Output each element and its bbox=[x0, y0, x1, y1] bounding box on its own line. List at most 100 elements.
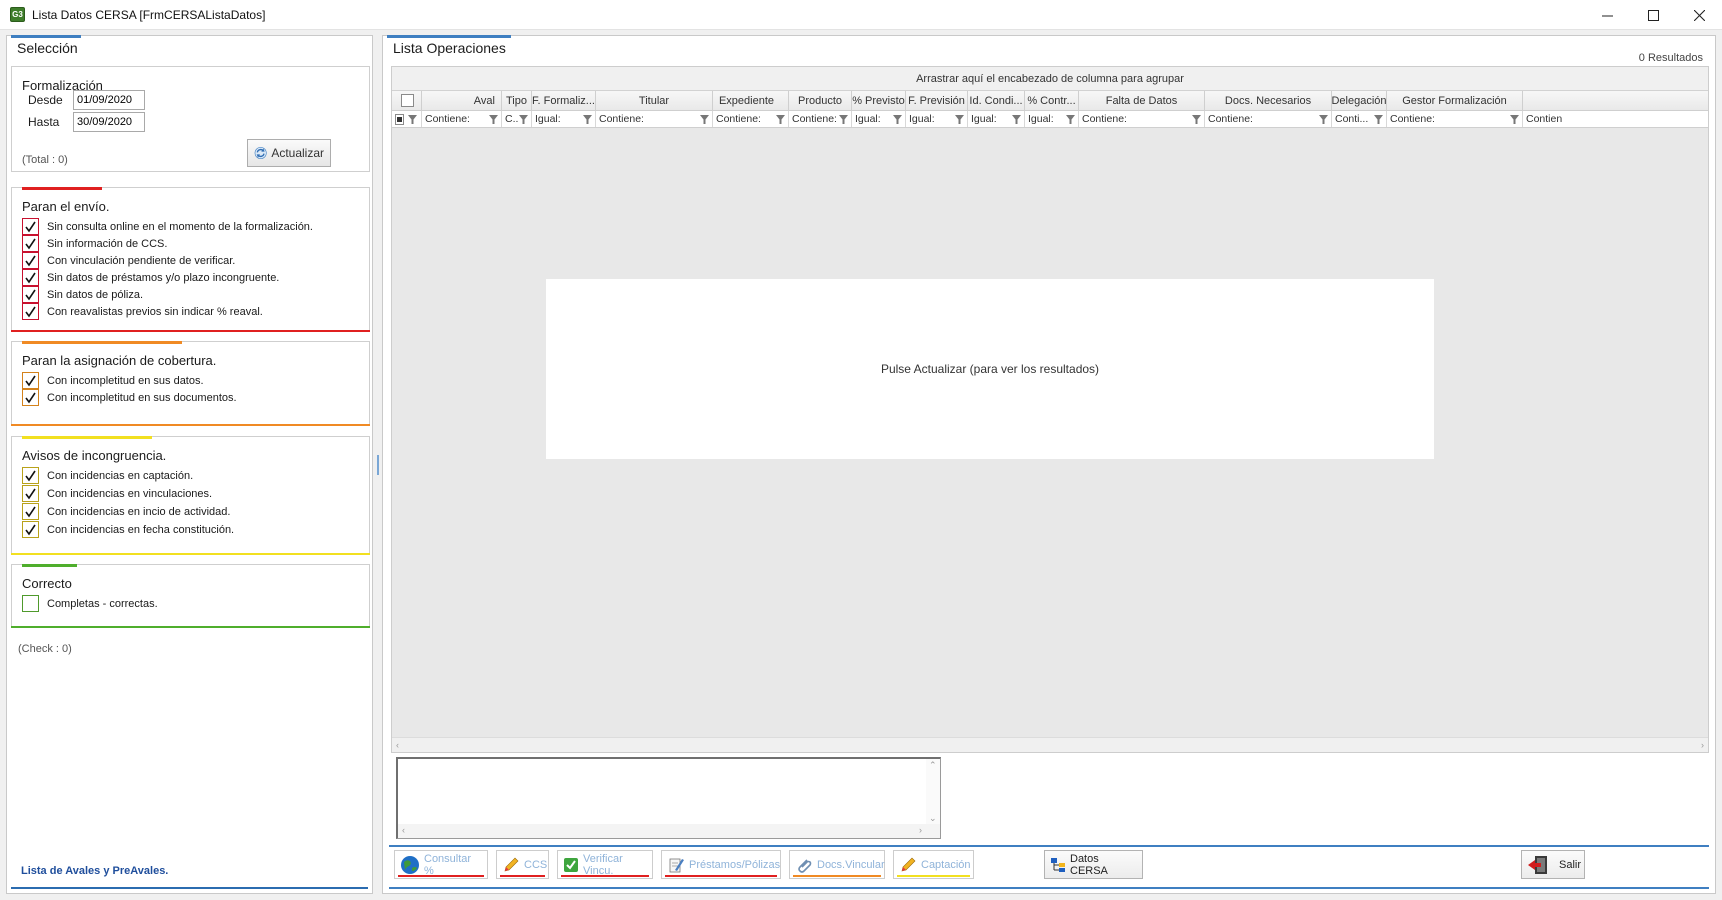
filter-falta-datos[interactable]: Contiene: bbox=[1079, 111, 1205, 127]
datos-cersa-button[interactable]: Datos CERSA bbox=[1044, 850, 1143, 879]
checkbox-row[interactable]: Con incidencias en incio de actividad. bbox=[22, 502, 230, 521]
column-header-aval[interactable]: Aval bbox=[422, 91, 502, 110]
actualizar-button[interactable]: Actualizar bbox=[247, 139, 331, 167]
select-all-checkbox[interactable] bbox=[401, 94, 414, 107]
checkbox[interactable] bbox=[22, 235, 39, 252]
verificar-label: Verificar Vincu. bbox=[583, 852, 623, 877]
filter-value: Contiene: bbox=[792, 113, 837, 125]
salir-button[interactable]: Salir bbox=[1521, 850, 1585, 879]
column-header-previsto[interactable]: % Previsto bbox=[852, 91, 906, 110]
scroll-left-icon[interactable]: ‹ bbox=[402, 825, 405, 835]
minimize-button[interactable] bbox=[1584, 0, 1630, 30]
group-bottom-red bbox=[11, 330, 370, 332]
checkbox[interactable] bbox=[22, 269, 39, 286]
lista-avales-link[interactable]: Lista de Avales y PreAvales. bbox=[21, 865, 168, 877]
checkbox[interactable] bbox=[22, 595, 39, 612]
filter-extra[interactable]: Contien bbox=[1523, 111, 1563, 127]
checkbox[interactable] bbox=[22, 286, 39, 303]
operations-grid[interactable]: Arrastrar aquí el encabezado de columna … bbox=[391, 66, 1709, 753]
notes-textarea[interactable]: ⌃ ⌄ ‹ › bbox=[396, 757, 941, 839]
panel-splitter[interactable] bbox=[377, 455, 379, 475]
notes-vertical-scrollbar[interactable]: ⌃ ⌄ bbox=[926, 759, 940, 825]
filter-gestor[interactable]: Contiene: bbox=[1387, 111, 1523, 127]
filter-funnel-icon bbox=[489, 114, 498, 124]
scroll-down-icon[interactable]: ⌄ bbox=[929, 813, 937, 824]
hasta-date-input[interactable] bbox=[73, 112, 145, 132]
filter-f-prevision[interactable]: Igual: bbox=[906, 111, 968, 127]
minimize-icon bbox=[1601, 15, 1613, 16]
app-icon: G3 bbox=[10, 7, 25, 22]
pencil-icon bbox=[901, 857, 916, 871]
filter-tipo[interactable]: C... bbox=[502, 111, 532, 127]
close-button[interactable] bbox=[1676, 0, 1722, 30]
column-header-docs-necesarios[interactable]: Docs. Necesarios bbox=[1205, 91, 1332, 110]
column-header-expediente[interactable]: Expediente bbox=[713, 91, 789, 110]
checkbox-row[interactable]: Completas - correctas. bbox=[22, 594, 158, 613]
select-all-header[interactable] bbox=[392, 91, 422, 110]
filter-delegacion[interactable]: Conti... bbox=[1332, 111, 1387, 127]
grid-header-row: Aval Tipo F. Formaliz... Titular Expedie… bbox=[392, 91, 1708, 111]
avisos-title: Avisos de incongruencia. bbox=[22, 448, 167, 463]
filter-contr[interactable]: Igual: bbox=[1025, 111, 1079, 127]
check-icon bbox=[25, 506, 36, 518]
column-header-tipo[interactable]: Tipo bbox=[502, 91, 532, 110]
column-header-delegacion[interactable]: Delegación bbox=[1332, 91, 1387, 110]
button-underline-red bbox=[500, 875, 545, 877]
column-header-gestor[interactable]: Gestor Formalización bbox=[1387, 91, 1523, 110]
checkbox[interactable] bbox=[22, 252, 39, 269]
checkbox[interactable] bbox=[22, 372, 39, 389]
column-header-producto[interactable]: Producto bbox=[789, 91, 852, 110]
column-header-contr[interactable]: % Contr... bbox=[1025, 91, 1079, 110]
filter-producto[interactable]: Contiene: bbox=[789, 111, 852, 127]
column-header-f-prevision[interactable]: F. Previsión bbox=[906, 91, 968, 110]
checkbox-row[interactable]: Con incidencias en vinculaciones. bbox=[22, 484, 212, 503]
filter-expediente[interactable]: Contiene: bbox=[713, 111, 789, 127]
checkbox[interactable] bbox=[22, 218, 39, 235]
button-underline-red bbox=[561, 875, 649, 877]
column-header-extra[interactable] bbox=[1523, 91, 1563, 110]
checkbox-row[interactable]: Con incompletitud en sus documentos. bbox=[22, 388, 237, 407]
checkbox[interactable] bbox=[22, 521, 39, 538]
operations-panel: Lista Operaciones 0 Resultados Arrastrar… bbox=[382, 35, 1716, 894]
consultar-button[interactable]: Consultar % bbox=[394, 850, 488, 879]
checkbox[interactable] bbox=[22, 485, 39, 502]
maximize-button[interactable] bbox=[1630, 0, 1676, 30]
scroll-up-icon[interactable]: ⌃ bbox=[929, 760, 937, 771]
checkbox-row[interactable]: Con incidencias en fecha constitución. bbox=[22, 520, 234, 539]
filter-titular[interactable]: Contiene: bbox=[596, 111, 713, 127]
filter-funnel-icon bbox=[839, 114, 848, 124]
scroll-left-icon[interactable]: ‹ bbox=[396, 740, 399, 750]
docs-vincular-button[interactable]: Docs.Vincular bbox=[789, 850, 885, 879]
column-header-titular[interactable]: Titular bbox=[596, 91, 713, 110]
captacion-button[interactable]: Captación bbox=[893, 850, 974, 879]
checkbox[interactable] bbox=[22, 467, 39, 484]
filter-f-formalizacion[interactable]: Igual: bbox=[532, 111, 596, 127]
filter-aval[interactable]: Contiene: bbox=[422, 111, 502, 127]
checkbox-row[interactable]: Con incidencias en captación. bbox=[22, 466, 193, 485]
notes-horizontal-scrollbar[interactable]: ‹ › bbox=[398, 824, 940, 838]
desde-date-input[interactable] bbox=[73, 90, 145, 110]
document-edit-icon bbox=[669, 858, 684, 872]
ccs-button[interactable]: CCS bbox=[496, 850, 549, 879]
filter-previsto[interactable]: Igual: bbox=[852, 111, 906, 127]
filter-selector[interactable] bbox=[392, 111, 422, 127]
filter-id-condicion[interactable]: Igual: bbox=[968, 111, 1025, 127]
prestamos-button[interactable]: Préstamos/Pólizas bbox=[661, 850, 781, 879]
verificar-button[interactable]: Verificar Vincu. bbox=[557, 850, 653, 879]
group-by-panel[interactable]: Arrastrar aquí el encabezado de columna … bbox=[392, 67, 1708, 91]
checkbox[interactable] bbox=[22, 303, 39, 320]
filter-value: Contiene: bbox=[425, 113, 470, 125]
filter-value: Igual: bbox=[855, 113, 881, 125]
scroll-right-icon[interactable]: › bbox=[919, 825, 922, 835]
button-underline-red bbox=[665, 875, 777, 877]
column-header-falta-datos[interactable]: Falta de Datos bbox=[1079, 91, 1205, 110]
column-header-id-condicion[interactable]: Id. Condi... bbox=[968, 91, 1025, 110]
scroll-right-icon[interactable]: › bbox=[1701, 740, 1704, 750]
column-header-f-formalizacion[interactable]: F. Formaliz... bbox=[532, 91, 596, 110]
checkbox[interactable] bbox=[22, 389, 39, 406]
checkbox[interactable] bbox=[22, 503, 39, 520]
datos-cersa-label: Datos CERSA bbox=[1070, 852, 1108, 877]
filter-docs-necesarios[interactable]: Contiene: bbox=[1205, 111, 1332, 127]
grid-horizontal-scrollbar[interactable]: ‹ › bbox=[392, 737, 1708, 752]
checkbox-row[interactable]: Con reavalistas previos sin indicar % re… bbox=[22, 302, 263, 321]
